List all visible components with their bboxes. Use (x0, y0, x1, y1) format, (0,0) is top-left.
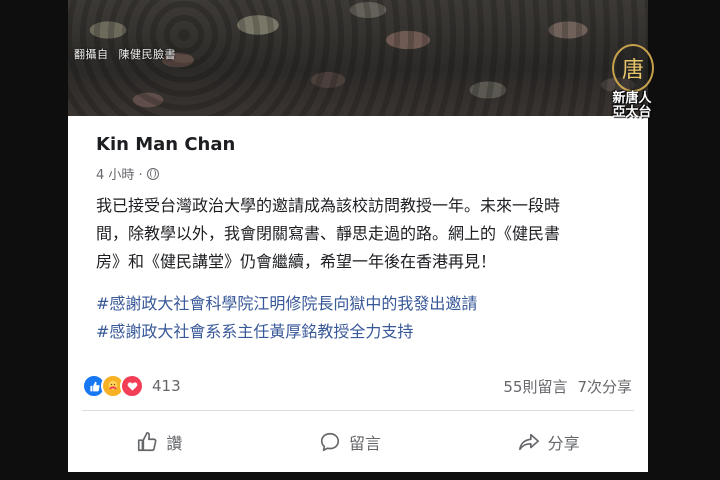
author-name[interactable]: Kin Man Chan (96, 134, 235, 155)
channel-logo: 唐 新唐人 亞太台 (604, 44, 660, 128)
reaction-count: 413 (152, 377, 181, 395)
engagement-counts: 55則留言 7次分享 (503, 376, 632, 397)
reaction-summary[interactable]: 413 (82, 374, 181, 398)
photo-credit-prefix: 翻攝自 (74, 48, 109, 61)
love-icon (120, 374, 144, 398)
comment-icon (320, 432, 340, 452)
thumbs-up-icon (138, 432, 157, 452)
post-meta: 4 小時 · (96, 164, 159, 183)
hashtag-link[interactable]: #感謝政大社會科學院江明修院長向獄中的我發出邀請 (96, 290, 596, 314)
post-actions: 讚 留言 分享 (68, 418, 648, 466)
like-button[interactable]: 讚 (116, 424, 202, 460)
post-text-line: 房》和《健民講堂》仍會繼續，希望一年後在香港再見！ (96, 252, 497, 271)
divider (82, 410, 634, 411)
post-text: 我已接受台灣政治大學的邀請成為該校訪問教授一年。未來一段時 間，除教學以外，我會… (96, 192, 566, 276)
post-time[interactable]: 4 小時 · (96, 164, 143, 183)
globe-icon (146, 167, 159, 180)
post-photo: 翻攝自 陳健民臉書 (68, 0, 648, 116)
share-button[interactable]: 分享 (498, 424, 600, 460)
channel-seal-icon: 唐 (612, 44, 654, 92)
video-frame: 翻攝自 陳健民臉書 Kin Man Chan 4 小時 · 我已接受台灣政治大學… (0, 0, 720, 480)
channel-brand: 新唐人 亞太台 (612, 91, 652, 120)
comment-count[interactable]: 55則留言 (503, 376, 567, 397)
post-text-line: 我已接受台灣政治大學的邀請成為該校訪問教授一年。未來一段時 (96, 196, 561, 215)
share-arrow-icon (518, 433, 539, 451)
photo-credit: 翻攝自 陳健民臉書 (74, 46, 176, 62)
like-label: 讚 (166, 434, 183, 453)
photo-credit-source: 陳健民臉書 (118, 48, 176, 61)
share-label: 分享 (547, 434, 580, 453)
comment-label: 留言 (348, 434, 381, 453)
comment-button[interactable]: 留言 (299, 424, 401, 460)
facebook-post-card: 翻攝自 陳健民臉書 Kin Man Chan 4 小時 · 我已接受台灣政治大學… (68, 0, 648, 472)
post-text-line: 間，除教學以外，我會閉關寫書、靜思走過的路。網上的《健民書 (96, 224, 561, 243)
hashtag-link[interactable]: #感謝政大社會系系主任黃厚銘教授全力支持 (96, 318, 596, 342)
share-count[interactable]: 7次分享 (577, 376, 632, 397)
